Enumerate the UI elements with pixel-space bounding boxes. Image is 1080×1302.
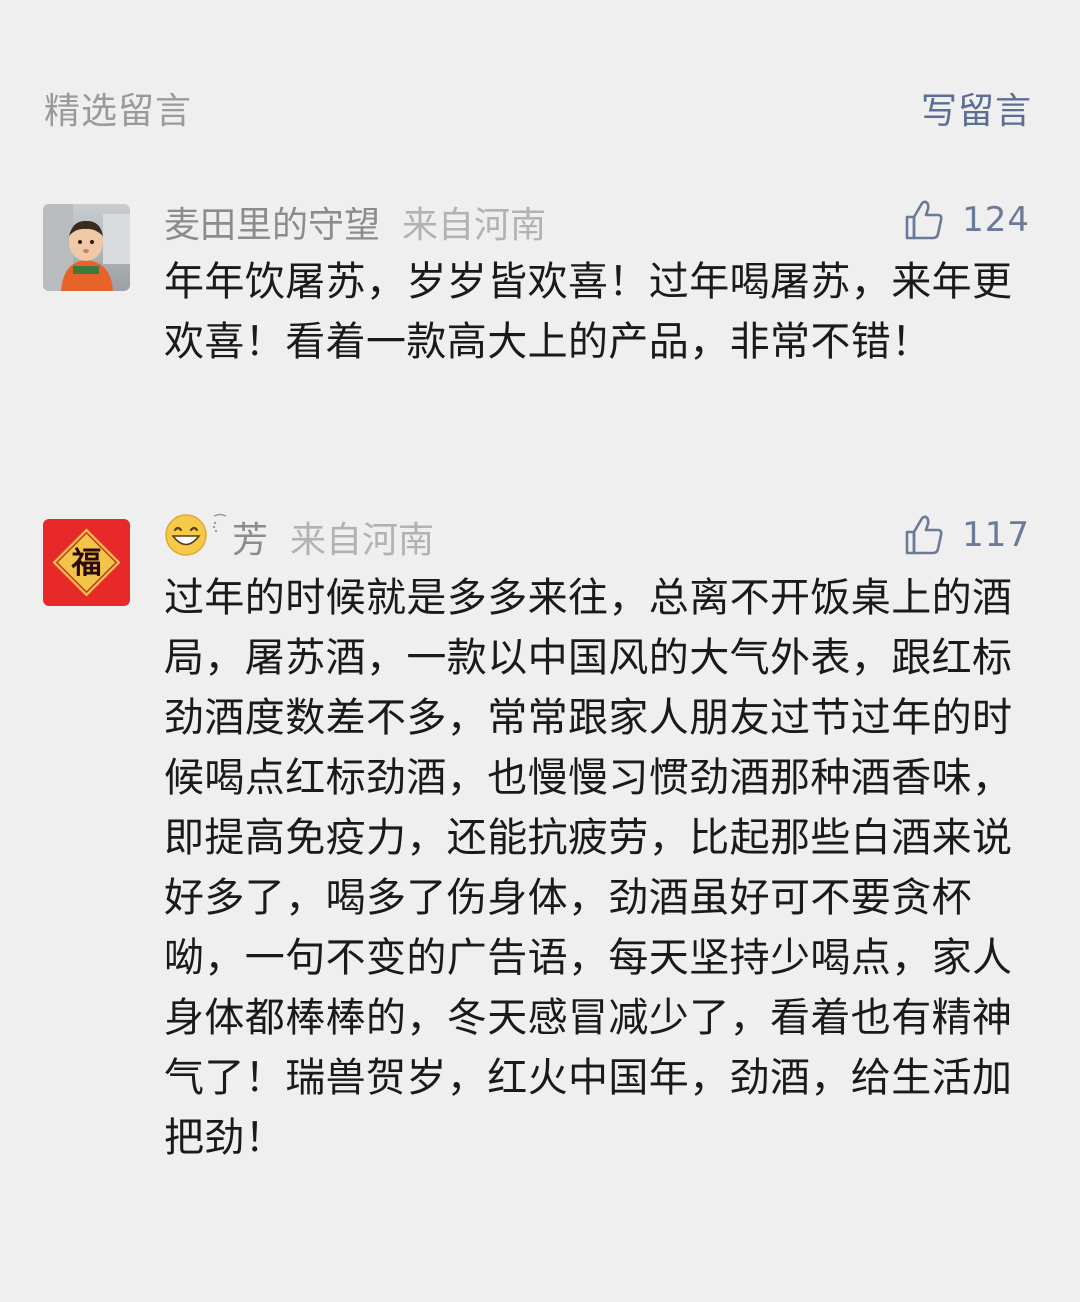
thumbs-up-icon xyxy=(905,200,943,240)
baby-photo-avatar-icon xyxy=(43,204,130,291)
like-count: 124 xyxy=(962,200,1030,240)
comment-meta: 麦田里的守望 来自河南 xyxy=(164,192,546,252)
like-button[interactable]: 124 xyxy=(904,190,1030,250)
featured-comments-title: 精选留言 xyxy=(44,91,193,132)
author-name[interactable]: 麦田里的守望 xyxy=(164,196,380,248)
sparkle-icon xyxy=(212,513,227,533)
comment-meta: 芳 来自河南 xyxy=(164,507,434,567)
comments-header: 精选留言 写留言 xyxy=(44,84,1032,140)
like-count: 117 xyxy=(962,515,1030,555)
thumbs-up-icon xyxy=(905,515,943,555)
avatar[interactable] xyxy=(43,204,130,291)
avatar-fu-text: 福 xyxy=(71,546,102,581)
grinning-face-icon xyxy=(165,514,207,556)
author-name[interactable]: 芳 xyxy=(232,511,268,563)
fu-character-avatar-icon: 福 xyxy=(43,519,130,606)
comment-text: 年年饮屠苏，岁岁皆欢喜！过年喝屠苏，来年更欢喜！看着一款高大上的产品，非常不错！ xyxy=(164,259,1013,365)
write-comment-link[interactable]: 写留言 xyxy=(921,84,1032,140)
author-location: 来自河南 xyxy=(290,520,435,561)
like-button[interactable]: 117 xyxy=(904,505,1030,565)
author-location: 来自河南 xyxy=(402,205,547,246)
avatar[interactable]: 福 xyxy=(43,519,130,606)
comment-text: 过年的时候就是多多来往，总离不开饭桌上的酒局，屠苏酒，一款以中国风的大气外表，跟… xyxy=(164,575,1013,1161)
